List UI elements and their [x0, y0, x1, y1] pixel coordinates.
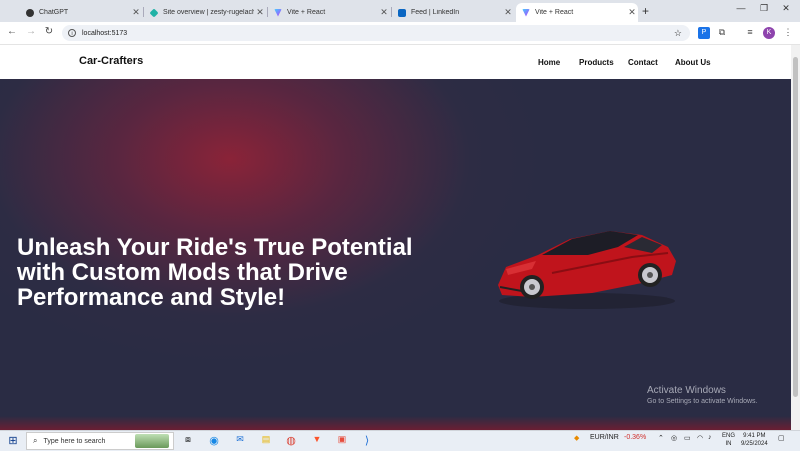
- bookmark-star-icon[interactable]: ☆: [674, 28, 682, 39]
- mail-icon[interactable]: ✉: [233, 434, 247, 448]
- netlify-icon: [149, 7, 159, 18]
- close-icon[interactable]: ✕: [254, 7, 266, 18]
- tab-strip: ChatGPT ✕ Site overview | zesty-rugelach…: [0, 0, 800, 22]
- site-logo[interactable]: Car-Crafters: [79, 55, 143, 67]
- wifi-icon[interactable]: ◠: [697, 434, 703, 442]
- puzzle-icon[interactable]: ⧉: [716, 27, 728, 39]
- new-tab-button[interactable]: +: [642, 4, 649, 18]
- browser-toolbar: ← → ↻ i localhost:5173 ☆ P ⧉ ≡ K ⋮: [0, 22, 800, 45]
- market-icon: ◆: [574, 435, 580, 442]
- notifications-icon[interactable]: ▢: [778, 434, 785, 442]
- minimize-button[interactable]: —: [731, 3, 751, 13]
- site-info-icon[interactable]: i: [68, 29, 76, 37]
- extension-icon[interactable]: P: [698, 27, 710, 39]
- language-indicator[interactable]: ENG IN: [722, 432, 735, 448]
- task-view-icon[interactable]: ⧈: [182, 434, 194, 448]
- restore-button[interactable]: ❐: [754, 3, 774, 14]
- vite-icon: [522, 8, 530, 17]
- site-header: Car-Crafters Home Products Contact About…: [0, 45, 791, 80]
- tab-chatgpt[interactable]: ChatGPT ✕: [20, 3, 142, 22]
- brave-icon[interactable]: ▼: [310, 434, 324, 448]
- hero-headline: Unleash Your Ride's True Potential with …: [17, 234, 413, 311]
- edge-icon[interactable]: ◉: [207, 434, 221, 448]
- clock[interactable]: 9:41 PM 9/25/2024: [741, 432, 768, 448]
- chevron-up-icon[interactable]: ⌃: [658, 434, 664, 442]
- chatgpt-icon: [26, 8, 34, 17]
- url-text: localhost:5173: [82, 29, 128, 37]
- search-highlight-icon: [135, 434, 169, 448]
- forward-icon[interactable]: →: [24, 26, 38, 37]
- red-sports-car-image: [498, 231, 676, 309]
- close-icon[interactable]: ✕: [626, 7, 638, 18]
- menu-icon[interactable]: ⋮: [782, 27, 794, 39]
- close-icon[interactable]: ✕: [502, 7, 514, 18]
- page-scrollbar[interactable]: [791, 45, 800, 430]
- search-icon: ⌕: [33, 436, 38, 445]
- currency-pair[interactable]: EUR/INR: [590, 434, 619, 441]
- recorder-icon[interactable]: ▣: [335, 434, 349, 448]
- currency-change: -0.36%: [624, 434, 647, 441]
- close-icon[interactable]: ✕: [378, 7, 390, 18]
- web-page: Car-Crafters Home Products Contact About…: [0, 45, 791, 430]
- back-icon[interactable]: ←: [5, 26, 19, 37]
- hero-section: Unleash Your Ride's True Potential with …: [0, 79, 791, 430]
- windows-taskbar: ⊞ ⌕ Type here to search ⧈ ◉ ✉ ▤ ◍ ▼ ▣ ⟩ …: [0, 430, 800, 451]
- close-window-button[interactable]: ✕: [776, 3, 796, 14]
- media-queue-icon[interactable]: ≡: [744, 27, 756, 39]
- address-bar[interactable]: i localhost:5173 ☆: [62, 25, 690, 41]
- vscode-icon[interactable]: ⟩: [360, 434, 374, 448]
- scrollbar-thumb[interactable]: [793, 57, 798, 397]
- tab-site-overview[interactable]: Site overview | zesty-rugelach-... ✕: [144, 3, 266, 22]
- windows-start-icon[interactable]: ⊞: [6, 434, 20, 448]
- profile-avatar[interactable]: K: [763, 27, 775, 39]
- tab-vite-react-active[interactable]: Vite + React ✕: [516, 3, 638, 22]
- tab-vite-react[interactable]: Vite + React ✕: [268, 3, 390, 22]
- file-explorer-icon[interactable]: ▤: [259, 434, 273, 448]
- chrome-icon[interactable]: ◍: [284, 434, 298, 448]
- taskbar-search[interactable]: ⌕ Type here to search: [26, 432, 174, 450]
- linkedin-icon: [398, 8, 406, 17]
- nav-home[interactable]: Home: [538, 58, 560, 67]
- nav-products[interactable]: Products: [579, 58, 614, 67]
- close-icon[interactable]: ✕: [130, 7, 142, 18]
- teams-icon[interactable]: ◎: [671, 434, 677, 442]
- volume-icon[interactable]: ♪: [708, 434, 712, 441]
- nav-contact[interactable]: Contact: [628, 58, 658, 67]
- nav-about-us[interactable]: About Us: [675, 58, 711, 67]
- tab-linkedin[interactable]: Feed | LinkedIn ✕: [392, 3, 514, 22]
- vite-icon: [274, 8, 282, 17]
- activate-windows-watermark: Activate Windows Go to Settings to activ…: [647, 385, 758, 405]
- battery-icon[interactable]: ▭: [684, 434, 691, 442]
- reload-icon[interactable]: ↻: [42, 26, 56, 37]
